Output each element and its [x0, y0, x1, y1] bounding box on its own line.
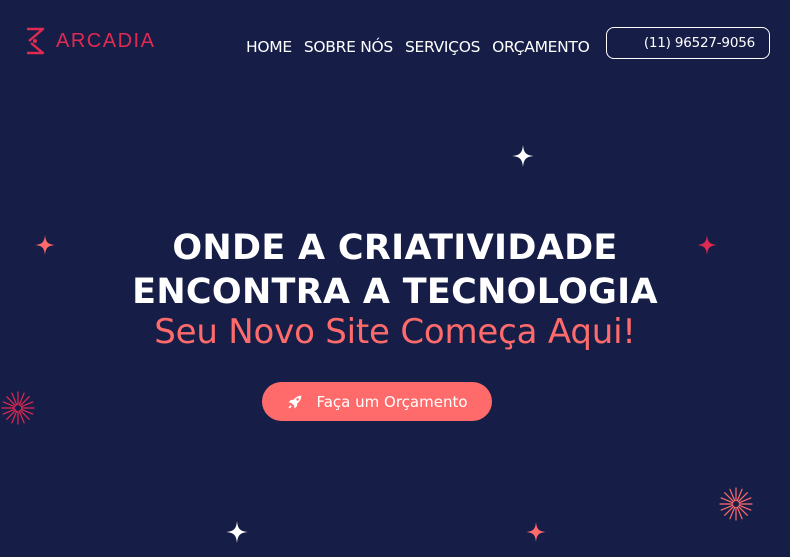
hero-subtitle: Seu Novo Site Começa Aqui!	[154, 312, 636, 352]
hero-title-line-2: ENCONTRA A TECNOLOGIA	[132, 272, 658, 312]
nav-sobre-nos[interactable]: SOBRE NÓS	[304, 38, 393, 56]
sparkle-icon	[35, 235, 55, 255]
burst-icon	[719, 487, 753, 521]
sparkle-icon	[226, 521, 248, 543]
brand-name: ARCADIA	[56, 29, 156, 52]
nav-servicos[interactable]: SERVIÇOS	[405, 38, 481, 56]
hero-title: ONDE A CRIATIVIDADE ENCONTRA A TECNOLOGI…	[0, 226, 790, 314]
sparkle-icon	[526, 522, 546, 542]
cta-button[interactable]: Faça um Orçamento	[262, 382, 492, 421]
sparkle-icon	[512, 145, 534, 167]
brand-logo[interactable]: ARCADIA	[24, 26, 155, 56]
nav-orcamento[interactable]: ORÇAMENTO	[492, 38, 590, 56]
phone-button[interactable]: (11) 96527-9056	[606, 27, 770, 59]
arcadia-logo-icon	[27, 27, 45, 55]
main-nav: HOME SOBRE NÓS SERVIÇOS ORÇAMENTO	[246, 38, 590, 56]
nav-home[interactable]: HOME	[246, 38, 292, 56]
hero-title-line-1: ONDE A CRIATIVIDADE	[172, 228, 618, 268]
rocket-icon	[289, 395, 302, 408]
cta-label: Faça um Orçamento	[316, 392, 468, 411]
sparkle-icon	[697, 235, 717, 255]
burst-icon	[1, 391, 35, 425]
